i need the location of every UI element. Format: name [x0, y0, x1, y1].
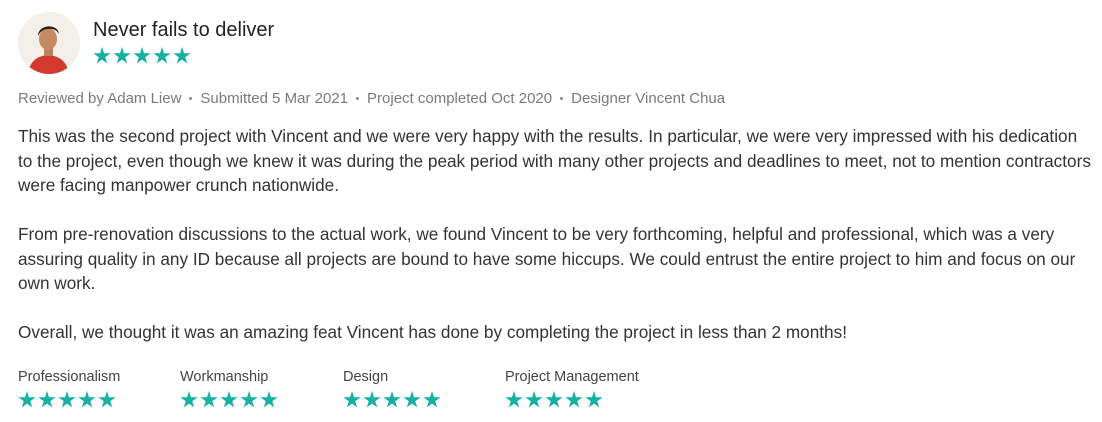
rating-stars: [18, 391, 120, 409]
star-icon: [180, 391, 198, 408]
rating-label: Project Management: [505, 369, 639, 385]
dot-separator: [189, 97, 193, 100]
star-icon: [363, 391, 381, 408]
rating-label: Professionalism: [18, 369, 121, 385]
star-icon: [58, 391, 76, 408]
project-completed-date: Project completed Oct 2020: [367, 90, 553, 107]
review-paragraph: Overall, we thought it was an amazing fe…: [18, 322, 847, 342]
star-icon: [200, 391, 218, 408]
star-icon: [525, 391, 543, 408]
star-icon: [505, 391, 523, 408]
star-icon: [343, 391, 361, 408]
star-icon: [260, 391, 278, 408]
avatar: [18, 12, 80, 74]
review-title: Never fails to deliver: [93, 19, 275, 41]
star-icon: [423, 391, 441, 408]
rating-label: Design: [343, 369, 389, 385]
star-icon: [240, 391, 258, 408]
star-icon: [403, 391, 421, 408]
star-icon: [585, 391, 603, 408]
reviewer-name: Reviewed by Adam Liew: [18, 90, 182, 107]
rating-design: Design: [343, 369, 441, 409]
dot-separator: [356, 97, 360, 100]
star-icon: [78, 391, 96, 408]
dot-separator: [560, 97, 564, 100]
review-body: This was the second project with Vincent…: [18, 124, 1093, 369]
review-card: Never fails to deliver Reviewed by Adam …: [0, 0, 1102, 422]
star-icon: [18, 391, 36, 408]
rating-workmanship: Workmanship: [180, 369, 278, 409]
star-icon: [133, 47, 151, 64]
star-icon: [113, 47, 131, 64]
review-meta: Reviewed by Adam Liew Submitted 5 Mar 20…: [18, 90, 725, 107]
star-icon: [98, 391, 116, 408]
star-icon: [565, 391, 583, 408]
review-paragraph: This was the second project with Vincent…: [18, 126, 1091, 195]
rating-project-management: Project Management: [505, 369, 639, 409]
star-icon: [173, 47, 191, 64]
rating-stars: [180, 391, 278, 409]
rating-professionalism: Professionalism: [18, 369, 120, 409]
overall-rating-stars: [93, 47, 191, 65]
star-icon: [38, 391, 56, 408]
submitted-date: Submitted 5 Mar 2021: [200, 90, 349, 107]
rating-stars: [505, 391, 639, 409]
star-icon: [153, 47, 171, 64]
rating-stars: [343, 391, 441, 409]
review-paragraph: From pre-renovation discussions to the a…: [18, 224, 1076, 293]
star-icon: [220, 391, 238, 408]
designer-name: Designer Vincent Chua: [571, 90, 726, 107]
star-icon: [545, 391, 563, 408]
reviewer-photo: [18, 12, 80, 74]
star-icon: [93, 47, 111, 64]
star-icon: [383, 391, 401, 408]
rating-label: Workmanship: [180, 369, 269, 385]
